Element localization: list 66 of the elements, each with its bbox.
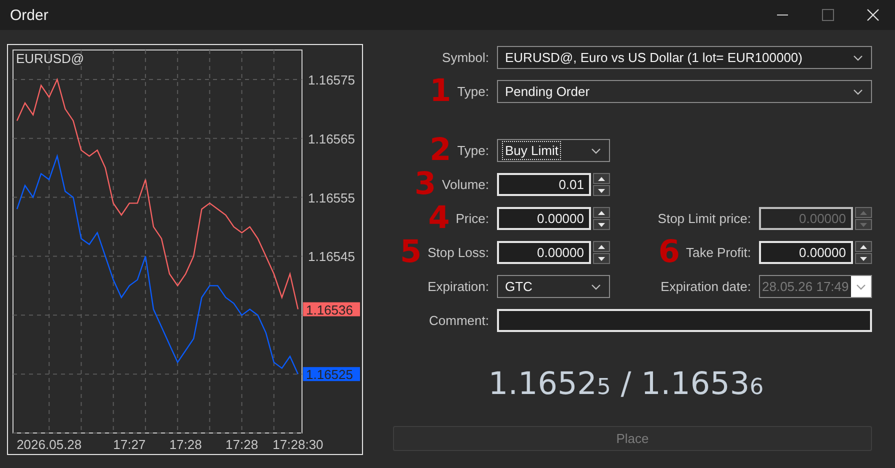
close-icon: [866, 9, 878, 21]
step-number: 5: [400, 241, 422, 264]
field-label: Stop Loss:: [428, 245, 489, 260]
field-label: Take Profit:: [686, 245, 751, 260]
window-title: Order: [10, 6, 50, 24]
axis-label: 17:28:30: [272, 437, 324, 452]
price-tag: 1.16525: [303, 367, 360, 382]
step-number: 1: [430, 80, 452, 103]
symbol-dropdown[interactable]: EURUSD@, Euro vs US Dollar (1 lot= EUR100000): [497, 46, 872, 69]
step-number: 6: [658, 241, 680, 264]
spin-up-button[interactable]: [855, 241, 872, 252]
field-label: Type:: [457, 84, 489, 99]
chart-title: EURUSD@: [16, 51, 84, 66]
dropdown[interactable]: Buy Limit: [497, 139, 610, 162]
comment-field[interactable]: [497, 309, 872, 332]
step-number: 2: [430, 139, 452, 162]
field-label: Expiration date:: [660, 279, 751, 294]
chevron-down-icon: [591, 284, 601, 290]
maximize-icon: [822, 9, 834, 21]
up-triangle-icon: [860, 244, 867, 248]
axis-label: 2026.05.28: [16, 437, 82, 452]
field-label: Comment:: [429, 313, 489, 328]
number-field[interactable]: 0.00000: [497, 241, 591, 264]
down-triangle-icon: [860, 256, 867, 260]
number-field[interactable]: 0.00000: [759, 241, 853, 264]
axis-label: 17:28: [226, 437, 258, 452]
number-field[interactable]: 0.01: [497, 173, 591, 196]
spin-down-button[interactable]: [593, 219, 610, 230]
field-label: Stop Limit price:: [658, 211, 751, 226]
up-triangle-icon: [598, 176, 605, 180]
spin-down-button[interactable]: [855, 253, 872, 264]
spin-up-button[interactable]: [593, 173, 610, 184]
field-label: Volume:: [442, 177, 489, 192]
up-triangle-icon: [598, 210, 605, 214]
order-type-dropdown[interactable]: Pending Order: [497, 80, 872, 103]
axis-label: 1.16565: [308, 131, 355, 146]
up-triangle-icon: [860, 210, 867, 214]
price-quote: 1.1652 5 / 1.16536: [487, 366, 765, 404]
price-tag: 1.16536: [303, 302, 360, 318]
axis-label: 1.16555: [308, 190, 355, 206]
down-triangle-icon: [860, 222, 867, 226]
axis-label: 1.16575: [308, 72, 355, 88]
number-field[interactable]: 0.00000: [497, 207, 591, 230]
field-label: Expiration:: [428, 279, 489, 294]
step-number: 3: [414, 173, 436, 196]
step-number: 4: [428, 207, 450, 230]
down-triangle-icon: [598, 256, 605, 260]
chevron-down-icon: [591, 148, 601, 154]
up-triangle-icon: [598, 244, 605, 248]
spin-up-button[interactable]: [593, 241, 610, 252]
field-label: Type:: [457, 143, 489, 158]
chevron-down-icon: [853, 54, 863, 60]
field-label: Symbol:: [442, 50, 489, 65]
spin-up-button[interactable]: [593, 207, 610, 218]
axis-label: 17:27: [113, 437, 146, 452]
chevron-down-icon: [856, 284, 866, 290]
axis-label: 1.16545: [308, 249, 355, 264]
spin-down-button[interactable]: [593, 185, 610, 196]
minimize-icon: [777, 14, 788, 16]
axis-label: 17:28: [169, 437, 202, 452]
spin-down-button[interactable]: [593, 253, 610, 264]
field-label: Price:: [456, 211, 489, 226]
down-triangle-icon: [598, 188, 605, 192]
chevron-down-icon: [853, 88, 863, 94]
down-triangle-icon: [598, 222, 605, 226]
dropdown[interactable]: GTC: [497, 275, 610, 298]
